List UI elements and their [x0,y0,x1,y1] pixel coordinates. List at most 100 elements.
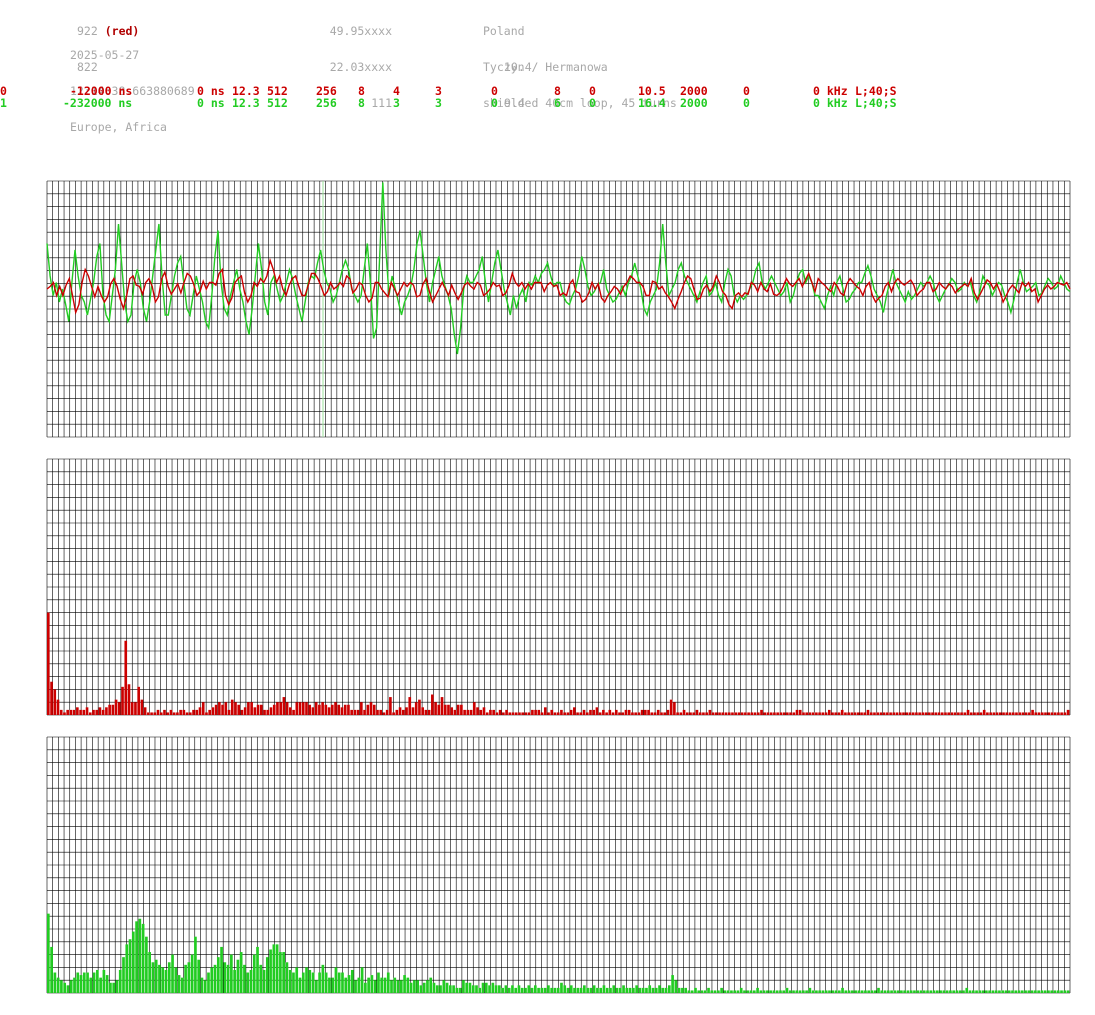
spectrum-bar [752,990,756,993]
spectrum-bar [547,985,550,993]
spectrum-bar [92,709,95,715]
spectrum-bar [605,712,608,715]
spectrum-bar [947,712,950,715]
spectrum-bar [427,709,431,715]
spectrum-bar [47,913,50,993]
spectrum-bar [808,712,812,715]
spectrum-bar [414,702,418,715]
spectrum-bar [867,990,871,993]
spectrum-bar [991,990,995,993]
spectrum-bar [456,704,460,715]
spectrum-bar [1066,990,1070,993]
spectrum-bar [50,681,53,715]
spectrum-bar [957,712,960,715]
spectrum-bar [426,980,429,993]
spectrum-bar [475,985,478,993]
spectrum-bar [174,967,178,993]
spectrum-bar [491,982,495,993]
spectrum-bar [702,712,705,715]
spectrum-bar [239,952,243,993]
spectrum-bar [399,980,403,993]
spectrum-bar [66,985,70,993]
spectrum-bar [172,712,176,715]
spectrum-bar [432,982,436,993]
spectrum-bar [130,702,134,715]
spectrum-bar [177,975,181,993]
spectrum-bar [413,980,416,993]
spectrum-bar [455,987,459,993]
spectrum-bar [1027,990,1031,993]
spectrum-bar [556,712,560,715]
spectrum-bar [749,990,753,993]
spectrum-bar [759,990,763,993]
spectrum-bar [134,702,137,715]
spectrum-bar [1056,990,1060,993]
spectrum-bar [705,712,708,715]
spectrum-bar [689,712,692,715]
spectrum-bar [502,712,505,715]
spectrum-bar [919,990,923,993]
spectrum-bar [650,712,654,715]
spectrum-bar [625,987,629,993]
spectrum-bar [484,982,488,993]
spectrum-bar [963,712,967,715]
spectrum-bar [318,704,321,715]
spectrum-bar [695,709,699,715]
spectrum-bar [621,712,625,715]
spectrum-bar [890,990,893,993]
spectrum-bar [337,704,341,715]
spectrum-bar [746,990,750,993]
spectrum-bar [256,946,259,993]
spectrum-bar [419,985,423,993]
spectrum-bar [125,944,129,993]
spectrum-bar [289,707,292,715]
spectrum-bar [879,712,883,715]
spectrum-bar [690,990,694,993]
spectrum-bar [376,709,379,715]
spectrum-bar [1017,990,1021,993]
spectrum-bar [756,987,759,993]
spectrum-bar [677,987,681,993]
spectrum-bar [489,709,492,715]
spectrum-bar [357,977,361,993]
spectrum-bar [108,704,111,715]
spectrum-bar [63,982,67,993]
spectrum-bar [889,712,892,715]
spectrum-bar [940,712,944,715]
spectrum-bar [259,964,263,993]
spectrum-bar [63,712,66,715]
spectrum-bar [1024,712,1028,715]
spectrum-bar [179,709,182,715]
spectrum-bar [531,709,534,715]
spectrum-bar [618,987,622,993]
spectrum-bar [230,699,234,715]
spectrum-bar [230,954,233,993]
spectrum-bar [234,702,237,715]
spectrum-bar [576,712,579,715]
spectrum-bar [965,987,969,993]
spectrum-bar [1050,990,1054,993]
spectrum-bar [844,990,848,993]
spectrum-bar [311,707,315,715]
spectrum-bar [775,990,779,993]
spectrum-bar [815,990,818,993]
spectrum-bar [638,987,642,993]
spectrum-bar [347,704,350,715]
spectrum-bar [598,712,602,715]
spectrum-bar [818,712,821,715]
spectrum-bar [124,640,128,715]
spectrum-bar [181,977,184,993]
spectrum-bar [367,977,370,993]
spectrum-bar [640,709,644,715]
spectrum-bar [462,980,465,993]
spectrum-bar [59,709,63,715]
spectrum-bar [208,709,211,715]
spectrum-bar [324,704,328,715]
spectrum-bar [537,709,541,715]
spectrum-bar [827,709,831,715]
spectrum-bar [249,969,253,993]
spectrum-bar [72,709,76,715]
spectrum-bar [766,990,769,993]
spectrum-bar [648,985,652,993]
spectrum-bar [932,990,936,993]
